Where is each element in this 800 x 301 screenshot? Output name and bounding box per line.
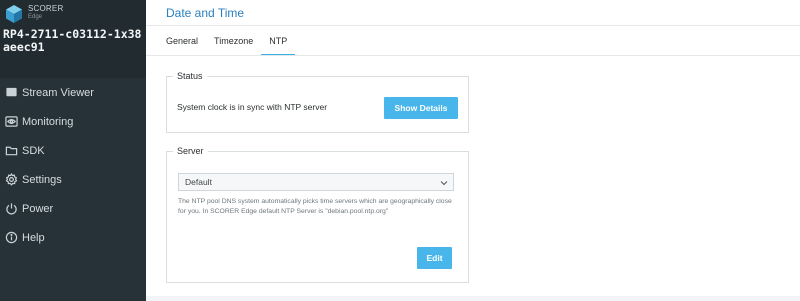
sidebar-item-stream-viewer[interactable]: Stream Viewer: [0, 78, 146, 107]
title-divider: [146, 25, 800, 26]
tab-ntp[interactable]: NTP: [261, 30, 296, 56]
monitoring-eye-icon: [4, 115, 18, 129]
sidebar-item-label: Settings: [22, 173, 62, 186]
sidebar-item-label: Stream Viewer: [22, 86, 94, 99]
device-name: RP4-2711-c03112-1x38aeec91: [3, 27, 142, 54]
ntp-description: The NTP pool DNS system automatically pi…: [178, 198, 452, 215]
page-title: Date and Time: [166, 6, 245, 20]
sidebar-item-label: Power: [22, 202, 54, 215]
brand-name: SCORER: [28, 4, 64, 13]
chevron-down-icon: [440, 181, 448, 186]
sidebar-item-label: SDK: [22, 144, 45, 157]
brand-subtitle: Edge: [28, 14, 43, 20]
tabs-divider: [146, 55, 800, 56]
ntp-server-selected-value: Default: [185, 177, 212, 187]
tab-general[interactable]: General: [158, 30, 206, 56]
sidebar-item-label: Help: [22, 231, 45, 244]
show-details-button[interactable]: Show Details: [384, 97, 458, 119]
sidebar-item-help[interactable]: Help: [0, 223, 146, 252]
main-content: Date and Time General Timezone NTP Statu…: [146, 0, 800, 301]
server-legend: Server: [173, 146, 208, 156]
tab-timezone[interactable]: Timezone: [206, 30, 261, 56]
sidebar-item-sdk[interactable]: SDK: [0, 136, 146, 165]
help-info-icon: [4, 231, 18, 245]
sync-status-text: System clock is in sync with NTP server: [177, 102, 328, 112]
tab-bar: General Timezone NTP: [158, 30, 296, 56]
sidebar-item-monitoring[interactable]: Monitoring: [0, 107, 146, 136]
sidebar-item-settings[interactable]: Settings: [0, 165, 146, 194]
power-icon: [4, 202, 18, 216]
status-panel: Status System clock is in sync with NTP …: [166, 71, 469, 133]
gear-icon: [4, 173, 18, 187]
sidebar: SCORER Edge RP4-2711-c03112-1x38aeec91 S…: [0, 0, 146, 301]
stream-viewer-icon: [4, 86, 18, 100]
sidebar-item-label: Monitoring: [22, 115, 74, 128]
scorer-logo-icon: [6, 5, 22, 23]
ntp-server-select[interactable]: Default: [178, 173, 454, 191]
sidebar-item-power[interactable]: Power: [0, 194, 146, 223]
brand-header: SCORER Edge RP4-2711-c03112-1x38aeec91: [0, 0, 146, 78]
edit-button[interactable]: Edit: [417, 247, 452, 269]
sidebar-nav: Stream Viewer Monitoring SDK Settings Po…: [0, 78, 146, 252]
folder-icon: [4, 144, 18, 158]
server-panel: Server Default The NTP pool DNS system a…: [166, 146, 469, 283]
status-legend: Status: [173, 71, 207, 81]
